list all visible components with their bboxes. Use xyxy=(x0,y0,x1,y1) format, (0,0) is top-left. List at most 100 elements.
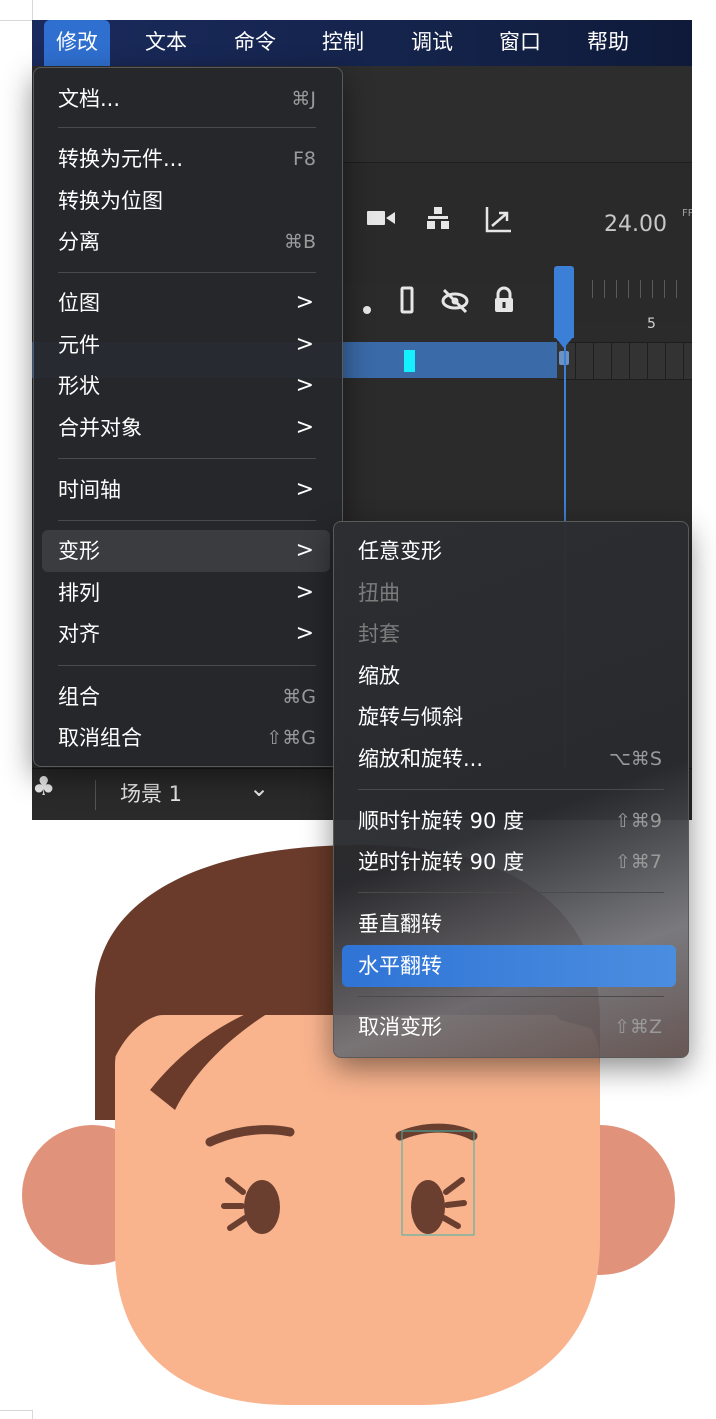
frame-cells[interactable] xyxy=(557,342,692,380)
club-icon[interactable]: ♣ xyxy=(32,772,55,802)
menu-separator xyxy=(358,996,664,997)
menu-item-ungroup[interactable]: 取消组合 ⇧⌘G xyxy=(42,717,330,759)
menu-item-shape[interactable]: 形状 > xyxy=(42,365,330,407)
shortcut-label: ⌘J xyxy=(291,88,316,110)
menu-item-label: 顺时针旋转 90 度 xyxy=(358,809,525,833)
chevron-right-icon: > xyxy=(295,477,314,502)
chevron-right-icon: > xyxy=(295,621,314,646)
menu-item-bitmap[interactable]: 位图 > xyxy=(42,282,330,324)
menu-item-break-apart[interactable]: 分离 ⌘B xyxy=(42,221,330,263)
chevron-right-icon: > xyxy=(295,373,314,398)
menu-item-label: 水平翻转 xyxy=(358,954,442,978)
menu-item-label: 缩放和旋转... xyxy=(358,747,484,771)
menu-item-remove-transform[interactable]: 取消变形 ⇧⌘Z xyxy=(342,1006,676,1048)
menu-separator xyxy=(58,272,316,273)
shortcut-label: ⇧⌘9 xyxy=(614,810,662,832)
scene-divider xyxy=(95,780,96,810)
shortcut-label: ⌘B xyxy=(283,231,316,253)
graph-icon[interactable] xyxy=(484,204,514,240)
menu-item-distort[interactable]: 扭曲 xyxy=(342,572,676,614)
menu-item-envelope[interactable]: 封套 xyxy=(342,613,676,655)
layer-parenting-icon[interactable] xyxy=(424,206,452,238)
menu-separator xyxy=(358,892,664,893)
lock-icon[interactable] xyxy=(492,286,516,320)
right-eye xyxy=(411,1180,445,1234)
fps-value[interactable]: 24.00 xyxy=(604,212,667,237)
menu-item-convert-to-bitmap[interactable]: 转换为位图 xyxy=(42,180,330,222)
menu-item-label: 转换为位图 xyxy=(58,189,163,213)
menu-item-label: 旋转与倾斜 xyxy=(358,705,463,729)
menu-item-label: 取消变形 xyxy=(358,1015,442,1039)
menu-control[interactable]: 控制 xyxy=(310,20,376,66)
shortcut-label: ⌘G xyxy=(282,686,316,708)
menu-item-label: 合并对象 xyxy=(58,416,142,440)
modify-menu: 文档... ⌘J 转换为元件... F8 转换为位图 分离 ⌘B 位图 > 元件… xyxy=(33,67,343,767)
chevron-down-icon[interactable]: ⌄ xyxy=(249,774,269,802)
camera-icon[interactable] xyxy=(366,206,396,236)
dot-icon xyxy=(362,296,372,321)
menu-item-free-transform[interactable]: 任意变形 xyxy=(342,530,676,572)
chevron-right-icon: > xyxy=(295,580,314,605)
menu-item-scale[interactable]: 缩放 xyxy=(342,655,676,697)
menu-item-label: 形状 xyxy=(58,374,100,398)
menu-item-label: 扭曲 xyxy=(358,581,400,605)
menu-item-group[interactable]: 组合 ⌘G xyxy=(42,676,330,718)
menu-item-label: 时间轴 xyxy=(58,478,121,502)
shortcut-label: ⌥⌘S xyxy=(609,748,662,770)
scene-name[interactable]: 场景 1 xyxy=(120,778,182,808)
menu-item-label: 对齐 xyxy=(58,622,100,646)
menu-item-flip-vertical[interactable]: 垂直翻转 xyxy=(342,903,676,945)
left-eye xyxy=(244,1180,280,1234)
transform-submenu: 任意变形 扭曲 封套 缩放 旋转与倾斜 缩放和旋转... ⌥⌘S 顺时针旋转 9… xyxy=(333,521,689,1058)
menu-item-scale-rotate[interactable]: 缩放和旋转... ⌥⌘S xyxy=(342,738,676,780)
menu-item-convert-to-symbol[interactable]: 转换为元件... F8 xyxy=(42,138,330,180)
frame-number-label: 5 xyxy=(647,316,656,332)
menu-item-label: 任意变形 xyxy=(358,539,442,563)
menu-item-timeline[interactable]: 时间轴 > xyxy=(42,469,330,511)
menu-item-document[interactable]: 文档... ⌘J xyxy=(42,78,330,120)
shortcut-label: ⇧⌘7 xyxy=(614,851,662,873)
layer-color-swatch[interactable] xyxy=(404,350,415,372)
chevron-right-icon: > xyxy=(295,538,314,563)
menu-item-label: 转换为元件... xyxy=(58,147,184,171)
playhead-handle[interactable] xyxy=(554,266,574,338)
chevron-right-icon: > xyxy=(295,332,314,357)
menu-item-symbol[interactable]: 元件 > xyxy=(42,324,330,366)
chevron-right-icon: > xyxy=(295,415,314,440)
shortcut-label: F8 xyxy=(292,148,316,170)
menu-item-label: 垂直翻转 xyxy=(358,912,442,936)
menu-item-combine-objects[interactable]: 合并对象 > xyxy=(42,407,330,449)
menu-commands[interactable]: 命令 xyxy=(222,20,288,66)
menu-item-rotate-skew[interactable]: 旋转与倾斜 xyxy=(342,696,676,738)
menu-item-arrange[interactable]: 排列 > xyxy=(42,572,330,614)
canvas-corner-top xyxy=(0,0,33,21)
menubar: 修改 文本 命令 控制 调试 窗口 帮助 xyxy=(32,20,692,66)
menu-window[interactable]: 窗口 xyxy=(487,20,553,66)
menu-item-rotate-ccw-90[interactable]: 逆时针旋转 90 度 ⇧⌘7 xyxy=(342,841,676,883)
menu-item-label: 取消组合 xyxy=(58,726,142,750)
menu-item-label: 变形 xyxy=(58,539,100,563)
menu-item-label: 元件 xyxy=(58,333,100,357)
eye-hidden-icon[interactable] xyxy=(440,288,470,320)
shortcut-label: ⇧⌘Z xyxy=(614,1016,662,1038)
menu-item-transform[interactable]: 变形 > xyxy=(42,530,330,572)
fps-unit: FP xyxy=(682,208,692,219)
menu-item-label: 缩放 xyxy=(358,664,400,688)
menu-separator xyxy=(58,520,316,521)
menu-item-label: 组合 xyxy=(58,685,100,709)
canvas-corner-bottom xyxy=(0,1410,33,1419)
menu-text[interactable]: 文本 xyxy=(133,20,199,66)
menu-modify[interactable]: 修改 xyxy=(44,20,110,66)
menu-item-label: 位图 xyxy=(58,291,100,315)
shortcut-label: ⇧⌘G xyxy=(266,727,316,749)
outline-icon[interactable] xyxy=(400,286,414,320)
menu-item-flip-horizontal[interactable]: 水平翻转 xyxy=(342,945,676,987)
menu-item-label: 封套 xyxy=(358,622,400,646)
menu-item-rotate-cw-90[interactable]: 顺时针旋转 90 度 ⇧⌘9 xyxy=(342,800,676,842)
menu-item-label: 文档... xyxy=(58,87,121,111)
menu-debug[interactable]: 调试 xyxy=(399,20,465,66)
menu-separator xyxy=(58,127,316,128)
menu-help[interactable]: 帮助 xyxy=(575,20,641,66)
menu-item-align[interactable]: 对齐 > xyxy=(42,613,330,655)
menu-separator xyxy=(58,458,316,459)
